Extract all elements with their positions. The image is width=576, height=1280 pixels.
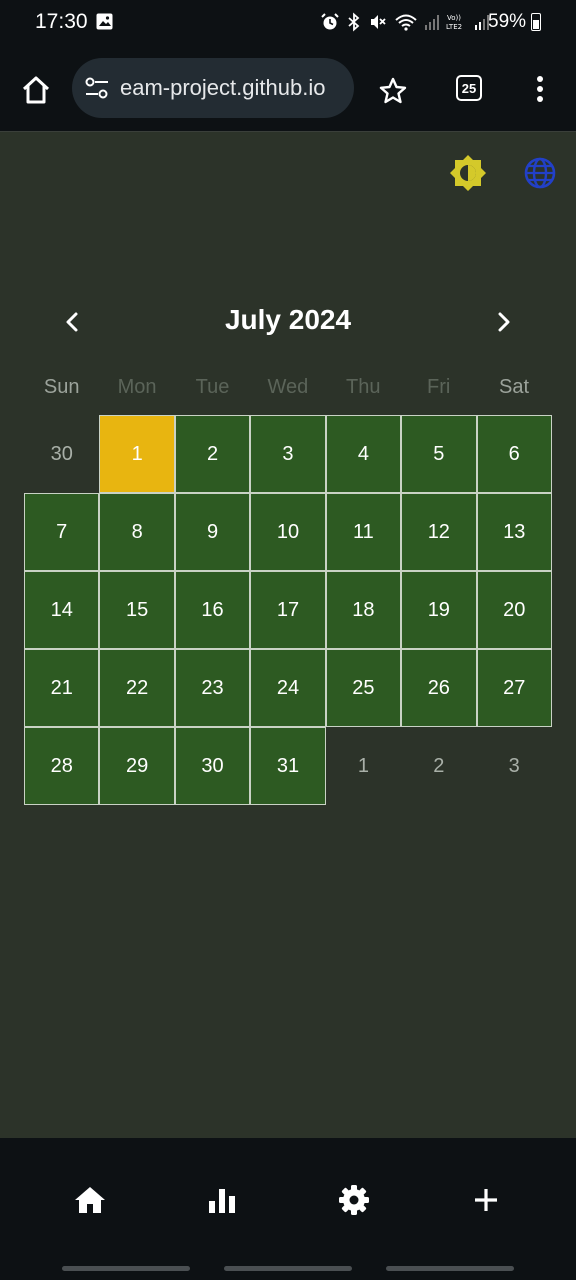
battery-percentage: 59% (488, 11, 527, 32)
calendar-day[interactable]: 24 (250, 649, 326, 727)
gesture-handle (62, 1266, 190, 1271)
svg-text:Vo)): Vo)) (447, 14, 461, 22)
weekday-wed: Wed (267, 376, 309, 398)
svg-text:LTE2: LTE2 (446, 23, 462, 31)
alarm-icon (321, 13, 339, 30)
calendar-day[interactable]: 20 (476, 571, 552, 649)
previous-month-button[interactable] (56, 306, 88, 338)
calendar-day[interactable]: 13 (476, 493, 552, 571)
globe-icon (524, 157, 556, 189)
weekday-thu: Thu (346, 376, 381, 398)
calendar-day[interactable]: 19 (401, 571, 477, 649)
weekday-mon: Mon (117, 376, 157, 398)
status-time: 17:30 (35, 10, 88, 33)
calendar-day[interactable]: 5 (401, 415, 477, 493)
browser-home-button[interactable] (18, 72, 54, 108)
calendar-day-outside[interactable]: 30 (24, 415, 99, 493)
calendar-day[interactable]: 8 (99, 493, 175, 571)
add-icon (475, 1189, 497, 1211)
status-bar: 17:30 Vo)) LTE2 59% (0, 0, 576, 46)
theme-toggle-button[interactable] (449, 154, 487, 197)
weekday-fri: Fri (426, 376, 451, 398)
next-month-button[interactable] (488, 306, 520, 338)
calendar-grid: 30 1 2 3 4 5 6 7 8 9 10 11 12 13 14 15 16 17 18 19 20 21 22 23 2… (24, 415, 552, 805)
calendar-day-outside[interactable]: 2 (401, 727, 476, 805)
brightness-icon (450, 155, 486, 191)
battery-icon (531, 13, 541, 31)
calendar-day-today[interactable]: 1 (99, 415, 175, 493)
calendar-day[interactable]: 7 (24, 493, 100, 571)
settings-icon (339, 1185, 369, 1215)
weekday-tue: Tue (195, 376, 230, 398)
nav-home-button[interactable] (72, 1182, 108, 1218)
calendar-day[interactable]: 16 (174, 571, 251, 649)
nav-settings-button[interactable] (336, 1182, 372, 1218)
calendar-day[interactable]: 22 (99, 649, 175, 727)
address-bar[interactable]: eam-project.github.io (72, 58, 354, 118)
url-text: eam-project.github.io (120, 75, 326, 100)
mute-icon (371, 15, 386, 29)
calendar-day-outside[interactable]: 3 (477, 727, 552, 805)
browser-menu-button[interactable] (530, 74, 550, 104)
chart-icon (209, 1189, 235, 1213)
calendar-day[interactable]: 3 (250, 415, 326, 493)
signal-icon (425, 15, 439, 30)
calendar-day[interactable]: 27 (476, 649, 552, 727)
tab-switcher-button[interactable]: 25 (456, 75, 482, 101)
calendar-day[interactable]: 30 (174, 727, 251, 805)
calendar-day[interactable]: 9 (174, 493, 251, 571)
nav-add-button[interactable] (468, 1182, 504, 1218)
nav-stats-button[interactable] (204, 1182, 240, 1218)
bluetooth-icon (348, 12, 360, 32)
calendar-day[interactable]: 29 (99, 727, 175, 805)
home-icon (75, 1187, 105, 1213)
calendar-day[interactable]: 25 (325, 649, 402, 727)
weekday-sat: Sat (499, 376, 530, 398)
gesture-handle (224, 1266, 352, 1271)
calendar-day[interactable]: 28 (24, 727, 100, 805)
calendar-day[interactable]: 6 (476, 415, 552, 493)
calendar-day[interactable]: 2 (174, 415, 251, 493)
bookmark-button[interactable] (378, 76, 408, 111)
calendar-day[interactable]: 4 (325, 415, 402, 493)
chevron-right-icon (498, 312, 510, 332)
calendar-day[interactable]: 15 (99, 571, 175, 649)
calendar-day[interactable]: 12 (401, 493, 477, 571)
star-icon (379, 77, 407, 104)
browser-toolbar: eam-project.github.io 25 (0, 46, 576, 132)
gesture-handle (386, 1266, 514, 1271)
wifi-icon (395, 14, 417, 31)
calendar-day[interactable]: 21 (24, 649, 100, 727)
calendar-day[interactable]: 17 (250, 571, 326, 649)
status-icons: Vo)) LTE2 (320, 12, 490, 32)
calendar-day[interactable]: 11 (325, 493, 402, 571)
bottom-navigation (0, 1138, 576, 1258)
language-button[interactable] (523, 156, 557, 195)
calendar-day[interactable]: 14 (24, 571, 100, 649)
weekday-header: Sun Mon Tue Wed Thu Fri Sat (24, 376, 552, 406)
calendar-day[interactable]: 10 (250, 493, 326, 571)
calendar-day[interactable]: 18 (325, 571, 402, 649)
calendar-day[interactable]: 26 (401, 649, 477, 727)
gallery-icon (96, 13, 113, 35)
weekday-sun: Sun (43, 376, 80, 398)
month-title: July 2024 (224, 304, 352, 335)
chevron-left-icon (66, 312, 78, 332)
calendar-day-outside[interactable]: 1 (326, 727, 401, 805)
volte-icon: Vo))LTE2 (446, 14, 462, 31)
calendar-day[interactable]: 31 (250, 727, 326, 805)
calendar-day[interactable]: 23 (174, 649, 251, 727)
site-settings-icon[interactable] (84, 76, 110, 105)
home-icon (22, 76, 50, 104)
gesture-bar (0, 1258, 576, 1280)
